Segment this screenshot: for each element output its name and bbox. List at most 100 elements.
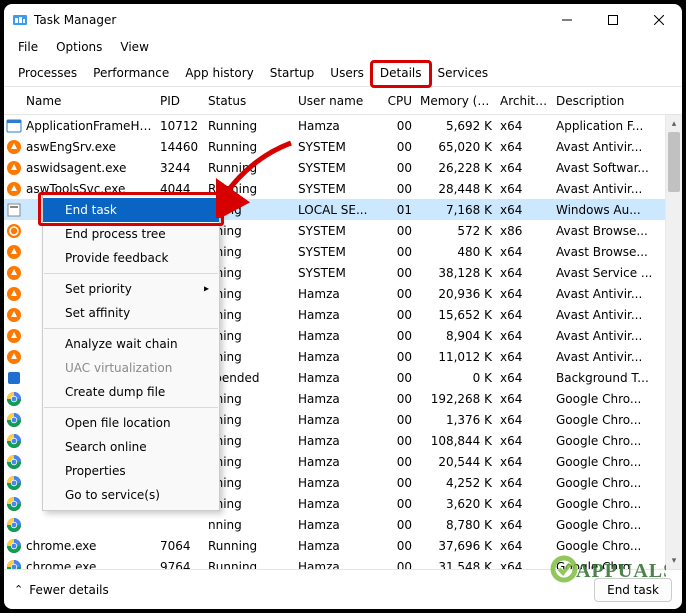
context-menu: End task End process tree Provide feedba… (42, 194, 220, 511)
tab-performance[interactable]: Performance (85, 62, 177, 86)
ctx-provide-feedback[interactable]: Provide feedback (43, 246, 219, 270)
col-cpu[interactable]: CPU (376, 94, 416, 108)
ctx-end-task[interactable]: End task (43, 198, 219, 222)
avast-icon (6, 328, 22, 344)
tab-startup[interactable]: Startup (262, 62, 323, 86)
cell-user: SYSTEM (294, 140, 376, 154)
table-row[interactable]: nningHamza008,780 Kx64Google Chro... (4, 514, 682, 535)
ctx-set-priority[interactable]: Set priority▸ (43, 277, 219, 301)
cell-arch: x64 (496, 182, 552, 196)
cell-cpu: 00 (376, 182, 416, 196)
cell-description: Google Chro... (552, 455, 682, 469)
col-pid[interactable]: PID (156, 94, 204, 108)
tab-bar: Processes Performance App history Startu… (4, 58, 682, 87)
menu-file[interactable]: File (10, 38, 46, 56)
cell-cpu: 00 (376, 434, 416, 448)
minimize-button[interactable] (544, 4, 590, 36)
cell-arch: x64 (496, 371, 552, 385)
table-row[interactable]: aswEngSrv.exe14460RunningSYSTEM0065,020 … (4, 136, 682, 157)
scroll-up-icon[interactable]: ▴ (666, 115, 682, 132)
ctx-properties[interactable]: Properties (43, 459, 219, 483)
cell-user: Hamza (294, 455, 376, 469)
cell-arch: x64 (496, 518, 552, 532)
cell-description: Application F... (552, 119, 682, 133)
chrome-icon (6, 412, 22, 428)
cell-description: Avast Antivir... (552, 329, 682, 343)
tab-details[interactable]: Details (372, 62, 430, 86)
avast-icon (6, 160, 22, 176)
ctx-analyze-wait-chain[interactable]: Analyze wait chain (43, 332, 219, 356)
cell-user: Hamza (294, 434, 376, 448)
tab-users[interactable]: Users (322, 62, 372, 86)
cell-description: Avast Antivir... (552, 350, 682, 364)
cell-name: chrome.exe (22, 560, 156, 570)
ctx-open-file-location[interactable]: Open file location (43, 411, 219, 435)
cell-name: chrome.exe (22, 539, 156, 553)
cell-cpu: 00 (376, 455, 416, 469)
scroll-down-icon[interactable]: ▾ (666, 552, 682, 569)
menu-view[interactable]: View (112, 38, 156, 56)
ctx-search-online[interactable]: Search online (43, 435, 219, 459)
cell-pid: 7064 (156, 539, 204, 553)
ctx-go-to-service[interactable]: Go to service(s) (43, 483, 219, 507)
vertical-scrollbar[interactable]: ▴ ▾ (665, 115, 682, 569)
cell-cpu: 00 (376, 224, 416, 238)
table-row[interactable]: ApplicationFrameHo...10712RunningHamza00… (4, 115, 682, 136)
avast-icon (6, 286, 22, 302)
cell-user: Hamza (294, 476, 376, 490)
cell-arch: x64 (496, 119, 552, 133)
cell-arch: x64 (496, 203, 552, 217)
cell-arch: x64 (496, 560, 552, 570)
col-arch[interactable]: Archite... (496, 94, 552, 108)
menu-options[interactable]: Options (48, 38, 110, 56)
maximize-button[interactable] (590, 4, 636, 36)
col-name[interactable]: Name (22, 94, 156, 108)
cell-description: Avast Antivir... (552, 308, 682, 322)
cell-cpu: 00 (376, 266, 416, 280)
cell-cpu: 00 (376, 518, 416, 532)
ctx-create-dump-file[interactable]: Create dump file (43, 380, 219, 404)
cell-arch: x64 (496, 392, 552, 406)
avast-icon (6, 139, 22, 155)
col-user[interactable]: User name (294, 94, 376, 108)
ctx-set-affinity[interactable]: Set affinity (43, 301, 219, 325)
cell-cpu: 00 (376, 392, 416, 406)
avast-icon (6, 349, 22, 365)
cell-memory: 15,652 K (416, 308, 496, 322)
cell-arch: x64 (496, 266, 552, 280)
scroll-thumb[interactable] (668, 132, 680, 192)
cell-arch: x64 (496, 329, 552, 343)
cell-cpu: 00 (376, 119, 416, 133)
column-headers: Name PID Status User name CPU Memory (a.… (4, 87, 682, 115)
fewer-details-label: Fewer details (29, 583, 109, 597)
cell-memory: 31,548 K (416, 560, 496, 570)
col-memory[interactable]: Memory (a... (416, 94, 496, 108)
cell-cpu: 00 (376, 560, 416, 570)
cell-user: Hamza (294, 560, 376, 570)
titlebar[interactable]: Task Manager (4, 4, 682, 36)
cell-status: Running (204, 119, 294, 133)
fewer-details[interactable]: ⌃ Fewer details (14, 583, 109, 597)
col-description[interactable]: Description (552, 94, 682, 108)
cell-arch: x64 (496, 308, 552, 322)
cell-user: Hamza (294, 413, 376, 427)
table-row[interactable]: aswidsagent.exe3244RunningSYSTEM0026,228… (4, 157, 682, 178)
ctx-end-process-tree[interactable]: End process tree (43, 222, 219, 246)
tab-services[interactable]: Services (430, 62, 497, 86)
col-status[interactable]: Status (204, 94, 294, 108)
annotation-arrow (216, 138, 306, 218)
close-button[interactable] (636, 4, 682, 36)
cell-description: Avast Antivir... (552, 182, 682, 196)
cell-cpu: 01 (376, 203, 416, 217)
tab-app-history[interactable]: App history (177, 62, 262, 86)
cell-user: Hamza (294, 119, 376, 133)
cell-cpu: 00 (376, 539, 416, 553)
menubar: File Options View (4, 36, 682, 58)
cell-user: SYSTEM (294, 161, 376, 175)
tab-processes[interactable]: Processes (10, 62, 85, 86)
cell-cpu: 00 (376, 308, 416, 322)
cell-cpu: 00 (376, 476, 416, 490)
ctx-separator (44, 328, 218, 329)
ctx-separator (44, 407, 218, 408)
cell-user: Hamza (294, 518, 376, 532)
